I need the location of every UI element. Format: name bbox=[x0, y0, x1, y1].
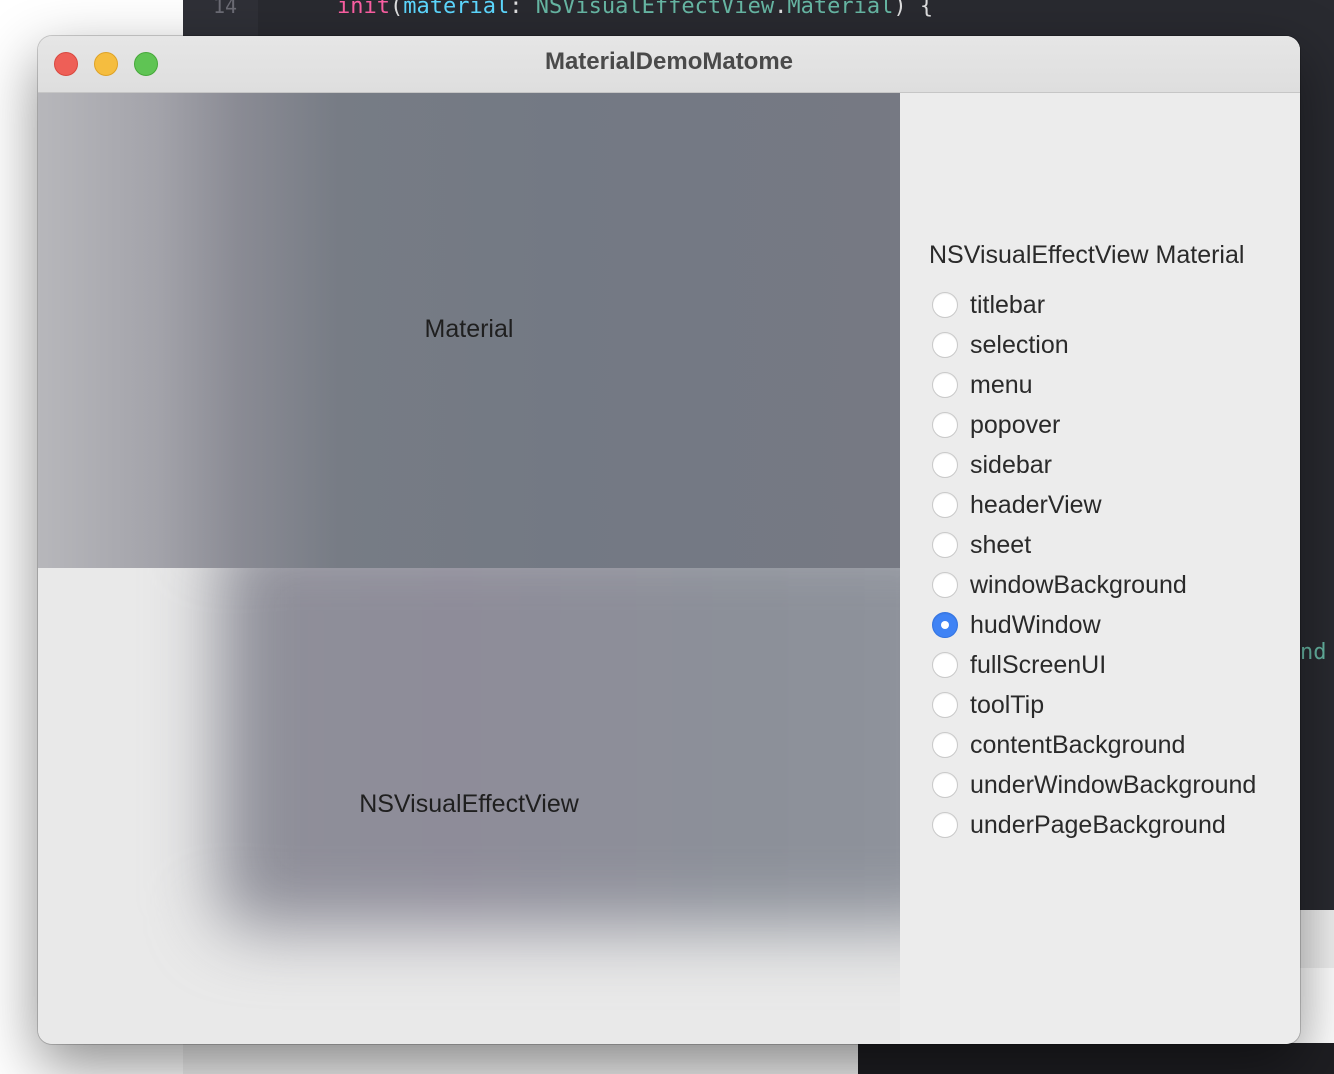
code-colon: : bbox=[509, 0, 536, 19]
app-window: MaterialDemoMatome Material NSVisualEffe… bbox=[38, 36, 1300, 1044]
radio-button[interactable] bbox=[932, 532, 958, 558]
radio-option-selection[interactable]: selection bbox=[932, 325, 1256, 365]
effect-view-preview: NSVisualEffectView bbox=[38, 568, 900, 1044]
radio-button[interactable] bbox=[932, 692, 958, 718]
window-content: Material NSVisualEffectView NSVisualEffe… bbox=[38, 93, 1300, 1044]
effect-view-label: NSVisualEffectView bbox=[359, 790, 579, 818]
radio-label: underPageBackground bbox=[970, 810, 1226, 839]
radio-button[interactable] bbox=[932, 812, 958, 838]
radio-option-fullScreenUI[interactable]: fullScreenUI bbox=[932, 645, 1256, 685]
code-member: Material bbox=[787, 0, 894, 19]
radio-label: menu bbox=[970, 370, 1033, 399]
background-panel-fragment bbox=[1299, 910, 1334, 968]
radio-label: sheet bbox=[970, 530, 1032, 559]
radio-button[interactable] bbox=[932, 732, 958, 758]
background-bottom-panel bbox=[183, 1043, 858, 1074]
radio-label: contentBackground bbox=[970, 730, 1186, 759]
radio-option-titlebar[interactable]: titlebar bbox=[932, 285, 1256, 325]
radio-label: selection bbox=[970, 330, 1069, 359]
radio-label: underWindowBackground bbox=[970, 770, 1257, 799]
radio-button[interactable] bbox=[932, 412, 958, 438]
window-title: MaterialDemoMatome bbox=[544, 48, 794, 75]
code-closing: ) { bbox=[893, 0, 934, 19]
code-keyword: init bbox=[337, 0, 390, 19]
radio-option-sheet[interactable]: sheet bbox=[932, 525, 1256, 565]
radio-option-underWindowBackground[interactable]: underWindowBackground bbox=[932, 765, 1256, 805]
radio-option-headerView[interactable]: headerView bbox=[932, 485, 1256, 525]
code-dot: . bbox=[774, 0, 788, 19]
radio-label: toolTip bbox=[970, 690, 1045, 719]
radio-option-underPageBackground[interactable]: underPageBackground bbox=[932, 805, 1256, 845]
radio-button[interactable] bbox=[932, 772, 958, 798]
radio-option-toolTip[interactable]: toolTip bbox=[932, 685, 1256, 725]
background-code-fragment: nd bbox=[1300, 640, 1327, 665]
sidebar-title: NSVisualEffectView Material bbox=[929, 241, 1245, 269]
radio-button[interactable] bbox=[932, 652, 958, 678]
material-preview: Material bbox=[38, 93, 900, 568]
radio-label: windowBackground bbox=[970, 570, 1187, 599]
radio-button-selected[interactable] bbox=[932, 612, 958, 638]
radio-option-windowBackground[interactable]: windowBackground bbox=[932, 565, 1256, 605]
radio-button[interactable] bbox=[932, 332, 958, 358]
radio-button[interactable] bbox=[932, 292, 958, 318]
material-sidebar: NSVisualEffectView Material titlebar sele… bbox=[900, 93, 1300, 1044]
code-open-paren: ( bbox=[389, 0, 404, 19]
radio-label: sidebar bbox=[970, 450, 1052, 479]
code-line: init(material: NSVisualEffectView.Materi… bbox=[337, 0, 933, 19]
code-param: material bbox=[403, 0, 510, 19]
radio-label: fullScreenUI bbox=[970, 650, 1107, 679]
title-bar[interactable]: MaterialDemoMatome bbox=[38, 36, 1300, 93]
radio-button[interactable] bbox=[932, 492, 958, 518]
radio-label: headerView bbox=[970, 490, 1102, 519]
radio-button[interactable] bbox=[932, 572, 958, 598]
radio-option-popover[interactable]: popover bbox=[932, 405, 1256, 445]
radio-option-contentBackground[interactable]: contentBackground bbox=[932, 725, 1256, 765]
radio-label: titlebar bbox=[970, 290, 1046, 319]
background-bottom-dark bbox=[858, 1043, 1334, 1074]
radio-button[interactable] bbox=[932, 452, 958, 478]
code-type: NSVisualEffectView bbox=[535, 0, 775, 19]
material-radio-group: titlebar selection menu popover sidebar heade… bbox=[932, 285, 1256, 845]
radio-option-hudWindow[interactable]: hudWindow bbox=[932, 605, 1256, 645]
radio-option-menu[interactable]: menu bbox=[932, 365, 1256, 405]
radio-label: hudWindow bbox=[970, 610, 1101, 639]
radio-label: popover bbox=[970, 410, 1061, 439]
radio-button[interactable] bbox=[932, 372, 958, 398]
material-label: Material bbox=[424, 315, 514, 343]
effect-blur-shape bbox=[218, 568, 900, 928]
line-number: 14 bbox=[213, 0, 238, 18]
radio-option-sidebar[interactable]: sidebar bbox=[932, 445, 1256, 485]
